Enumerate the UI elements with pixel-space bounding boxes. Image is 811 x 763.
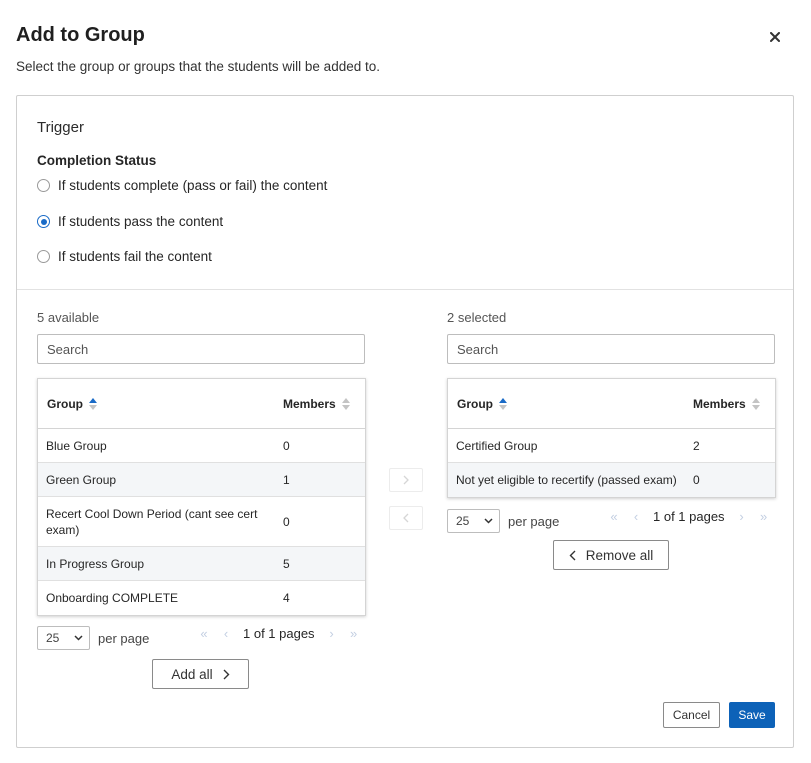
column-header-group[interactable]: Group (448, 397, 685, 411)
member-count: 0 (283, 514, 290, 529)
chevron-left-icon (569, 550, 576, 560)
selected-count: 2 selected (447, 310, 507, 325)
member-count: 5 (283, 556, 290, 571)
available-table: Group Members Blue Group 0 Green Group 1… (37, 378, 366, 616)
move-left-button[interactable] (389, 506, 423, 530)
radio-complete[interactable]: If students complete (pass or fail) the … (37, 178, 327, 193)
group-name: Certified Group (456, 438, 538, 453)
table-header: Group Members (38, 379, 365, 429)
group-name: Recert Cool Down Period (cant see cert e… (46, 506, 258, 537)
member-count: 2 (693, 438, 700, 453)
cancel-button[interactable]: Cancel (663, 702, 720, 728)
first-page-icon[interactable]: « (193, 626, 215, 641)
last-page-icon[interactable]: » (343, 626, 365, 641)
sort-asc-icon (499, 397, 507, 410)
close-icon (770, 32, 780, 42)
selected-search-input[interactable] (447, 334, 775, 364)
per-page-label: per page (508, 513, 560, 529)
radio-circle[interactable] (37, 215, 50, 228)
available-count: 5 available (37, 310, 100, 325)
group-name: In Progress Group (46, 556, 145, 571)
prev-page-icon[interactable]: ‹ (625, 509, 647, 524)
remove-all-button[interactable]: Remove all (553, 540, 669, 570)
per-page-label: per page (98, 630, 150, 646)
available-per-page: 25 per page (37, 626, 149, 650)
trigger-title: Trigger (37, 119, 84, 136)
selected-table: Group Members Certified Group 2 Not yet … (447, 378, 776, 498)
next-page-icon[interactable]: › (321, 626, 343, 641)
selected-per-page: 25 per page (447, 509, 559, 533)
sort-icon (751, 397, 760, 410)
completion-status-label: Completion Status (37, 153, 157, 168)
radio-label: If students pass the content (58, 214, 224, 229)
table-row[interactable]: In Progress Group 5 (38, 547, 365, 581)
table-header: Group Members (448, 379, 775, 429)
add-all-button[interactable]: Add all (152, 659, 249, 689)
per-page-select[interactable]: 25 (447, 509, 500, 533)
page-info: 1 of 1 pages (243, 626, 315, 641)
member-count: 1 (283, 472, 290, 487)
table-row[interactable]: Certified Group 2 (448, 429, 775, 463)
group-name: Not yet eligible to recertify (passed ex… (456, 473, 677, 487)
available-pager: « ‹ 1 of 1 pages › » (193, 626, 365, 641)
close-button[interactable] (766, 28, 784, 46)
group-name: Onboarding COMPLETE (46, 591, 179, 605)
member-count: 4 (283, 591, 290, 605)
column-header-members[interactable]: Members (685, 397, 760, 411)
save-button[interactable]: Save (729, 702, 775, 728)
next-page-icon[interactable]: › (731, 509, 753, 524)
column-header-members[interactable]: Members (275, 397, 350, 411)
first-page-icon[interactable]: « (603, 509, 625, 524)
radio-label: If students complete (pass or fail) the … (58, 178, 328, 193)
section-divider (17, 289, 793, 290)
radio-circle[interactable] (37, 179, 50, 192)
radio-label: If students fail the content (58, 249, 212, 264)
trigger-panel: Trigger Completion Status If students co… (16, 95, 794, 748)
prev-page-icon[interactable]: ‹ (215, 626, 237, 641)
table-row[interactable]: Recert Cool Down Period (cant see cert e… (38, 497, 365, 547)
selected-pager: « ‹ 1 of 1 pages › » (603, 509, 775, 524)
chevron-right-icon (223, 669, 230, 679)
table-row[interactable]: Not yet eligible to recertify (passed ex… (448, 463, 775, 497)
chevron-down-icon (484, 518, 493, 524)
table-row[interactable]: Blue Group 0 (38, 429, 365, 463)
column-header-group[interactable]: Group (38, 397, 275, 411)
radio-circle[interactable] (37, 250, 50, 263)
table-row[interactable]: Green Group 1 (38, 463, 365, 497)
per-page-select[interactable]: 25 (37, 626, 90, 650)
page-info: 1 of 1 pages (653, 509, 725, 524)
member-count: 0 (693, 473, 700, 487)
group-name: Green Group (46, 472, 117, 487)
chevron-left-icon (403, 513, 409, 523)
move-right-button[interactable] (389, 468, 423, 492)
radio-fail[interactable]: If students fail the content (37, 249, 212, 264)
dialog-subtitle: Select the group or groups that the stud… (16, 59, 380, 74)
group-name: Blue Group (46, 438, 107, 453)
sort-asc-icon (89, 397, 97, 410)
dialog-title: Add to Group (16, 24, 145, 46)
sort-icon (341, 397, 350, 410)
available-search-input[interactable] (37, 334, 365, 364)
chevron-down-icon (74, 635, 83, 641)
member-count: 0 (283, 438, 290, 453)
table-row[interactable]: Onboarding COMPLETE 4 (38, 581, 365, 615)
chevron-right-icon (403, 475, 409, 485)
radio-pass[interactable]: If students pass the content (37, 214, 223, 229)
last-page-icon[interactable]: » (753, 509, 775, 524)
